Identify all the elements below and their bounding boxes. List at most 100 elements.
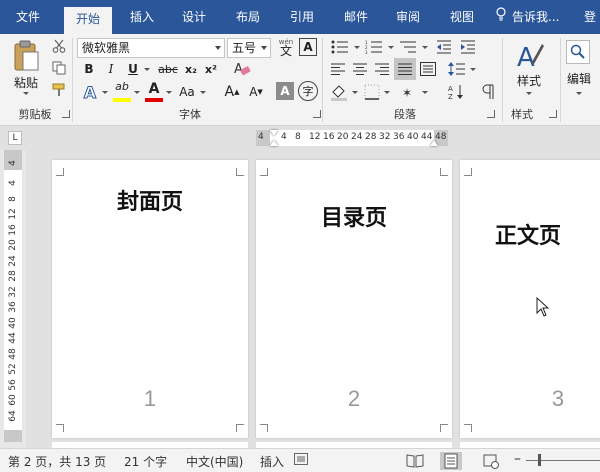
ruler-tick-label: 32 — [379, 132, 391, 142]
paste-dropdown-icon[interactable] — [23, 92, 29, 95]
zoom-slider-thumb[interactable] — [538, 454, 541, 466]
tab-references[interactable]: 引用 — [280, 0, 324, 34]
character-border-button[interactable]: A — [299, 38, 317, 56]
align-center-icon[interactable] — [350, 60, 370, 78]
grow-font-button[interactable]: A ▲ — [222, 82, 242, 102]
signin-button[interactable]: 登 — [584, 0, 596, 34]
tab-insert[interactable]: 插入 — [120, 0, 164, 34]
page-count-status[interactable]: 第 2 页，共 13 页 — [8, 453, 106, 470]
paste-icon[interactable] — [10, 38, 42, 74]
strikethrough-button[interactable]: abc — [154, 60, 182, 78]
text-effects-button[interactable]: A — [80, 82, 100, 102]
multilevel-list-icon[interactable] — [396, 38, 420, 56]
superscript-button[interactable]: x² — [202, 60, 220, 78]
chinese-layout-icon[interactable]: ✶ — [400, 82, 420, 102]
change-case-button[interactable]: Aa — [176, 82, 198, 102]
ruler-tick-label: 28 — [365, 132, 377, 142]
styles-gallery-icon[interactable]: A — [510, 38, 548, 72]
font-color-button[interactable]: A — [144, 80, 164, 98]
font-launcher-icon[interactable] — [313, 110, 321, 118]
borders-dropdown-icon[interactable] — [384, 91, 390, 94]
numbering-icon[interactable]: 123 — [362, 38, 386, 56]
tab-design[interactable]: 设计 — [172, 0, 216, 34]
styles-dropdown-icon[interactable] — [526, 92, 532, 95]
editing-dropdown-icon[interactable] — [576, 92, 582, 95]
align-right-icon[interactable] — [372, 60, 392, 78]
distributed-icon[interactable] — [418, 60, 438, 78]
paste-button-label[interactable]: 粘贴 — [8, 74, 44, 90]
page-3[interactable]: 正文页 3 — [460, 160, 600, 438]
decrease-indent-icon[interactable] — [434, 38, 454, 56]
change-case-dropdown-icon[interactable] — [200, 91, 206, 94]
format-painter-icon[interactable] — [50, 82, 68, 98]
ruler-tick-label: 20 — [337, 132, 349, 142]
group-divider — [560, 38, 561, 122]
crop-mark — [260, 168, 268, 176]
tab-review[interactable]: 审阅 — [386, 0, 430, 34]
bold-button[interactable]: B — [80, 60, 98, 78]
shading-dropdown-icon[interactable] — [352, 91, 358, 94]
paragraph-launcher-icon[interactable] — [487, 110, 495, 118]
chinese-layout-dropdown-icon[interactable] — [422, 91, 428, 94]
tab-home[interactable]: 开始 — [64, 7, 112, 34]
web-layout-icon[interactable] — [480, 452, 502, 470]
zoom-out-icon[interactable]: – — [514, 451, 521, 467]
tab-mailings[interactable]: 邮件 — [334, 0, 378, 34]
bullets-dropdown-icon[interactable] — [354, 46, 360, 49]
styles-button-label[interactable]: 样式 — [508, 72, 550, 88]
ruler-tick-label: 12 — [309, 132, 321, 142]
tab-view[interactable]: 视图 — [440, 0, 484, 34]
page-1[interactable]: 封面页 1 — [52, 160, 248, 438]
borders-icon[interactable] — [362, 82, 382, 102]
tell-me-search[interactable]: 告诉我... — [496, 0, 559, 34]
language-status[interactable]: 中文(中国) — [186, 453, 243, 470]
align-left-icon[interactable] — [328, 60, 348, 78]
print-layout-icon[interactable] — [440, 452, 462, 470]
justify-icon[interactable] — [394, 58, 416, 80]
italic-button[interactable]: I — [102, 60, 120, 78]
multilevel-dropdown-icon[interactable] — [422, 46, 428, 49]
font-name-combo[interactable]: 微软雅黑 — [77, 38, 225, 58]
search-icon[interactable] — [566, 40, 590, 64]
shrink-font-button[interactable]: A ▼ — [246, 82, 266, 102]
right-indent-marker[interactable] — [430, 140, 438, 146]
increase-indent-icon[interactable] — [458, 38, 478, 56]
line-spacing-icon[interactable] — [446, 60, 468, 78]
macro-record-icon[interactable] — [294, 453, 310, 470]
document-canvas[interactable]: 封面页 1 目录页 2 正文页 3 — [26, 150, 600, 452]
line-spacing-dropdown-icon[interactable] — [470, 68, 476, 71]
text-effects-dropdown-icon[interactable] — [102, 91, 108, 94]
first-line-indent-marker[interactable] — [270, 130, 278, 136]
phonetic-guide-button[interactable]: wén 文 — [275, 36, 297, 58]
word-count-status[interactable]: 21 个字 — [124, 453, 167, 470]
shading-icon[interactable] — [328, 82, 350, 102]
bullets-icon[interactable] — [328, 38, 352, 56]
clipboard-launcher-icon[interactable] — [62, 110, 70, 118]
tab-layout[interactable]: 布局 — [226, 0, 270, 34]
read-mode-icon[interactable] — [404, 452, 426, 470]
highlight-button[interactable]: ab — [112, 80, 132, 100]
ruler-strip[interactable]: 4 4 8 12 16 20 24 28 32 36 40 44 48 — [256, 130, 448, 146]
tab-selector[interactable]: L — [8, 131, 22, 145]
clear-formatting-icon[interactable]: A — [232, 59, 252, 79]
tab-file[interactable]: 文件 — [4, 0, 52, 34]
hanging-indent-marker[interactable] — [270, 140, 278, 146]
underline-button[interactable]: U — [124, 60, 142, 78]
enclose-characters-button[interactable]: 字 — [298, 81, 318, 101]
page-2[interactable]: 目录页 2 — [256, 160, 452, 438]
subscript-button[interactable]: x₂ — [182, 60, 200, 78]
underline-dropdown-icon[interactable] — [144, 68, 150, 71]
character-shading-button[interactable]: A — [276, 82, 294, 100]
font-size-combo[interactable]: 五号 — [227, 38, 271, 58]
copy-icon[interactable] — [50, 60, 68, 76]
font-color-dropdown-icon[interactable] — [166, 91, 172, 94]
highlight-dropdown-icon[interactable] — [134, 91, 140, 94]
insert-mode-status[interactable]: 插入 — [260, 453, 284, 470]
sort-icon[interactable]: AZ — [446, 82, 468, 102]
cut-icon[interactable] — [50, 38, 68, 54]
show-hide-icon[interactable] — [478, 82, 498, 102]
editing-button-label[interactable]: 编辑 — [562, 70, 596, 86]
font-name-value: 微软雅黑 — [82, 41, 131, 55]
styles-launcher-icon[interactable] — [549, 110, 557, 118]
numbering-dropdown-icon[interactable] — [388, 46, 394, 49]
